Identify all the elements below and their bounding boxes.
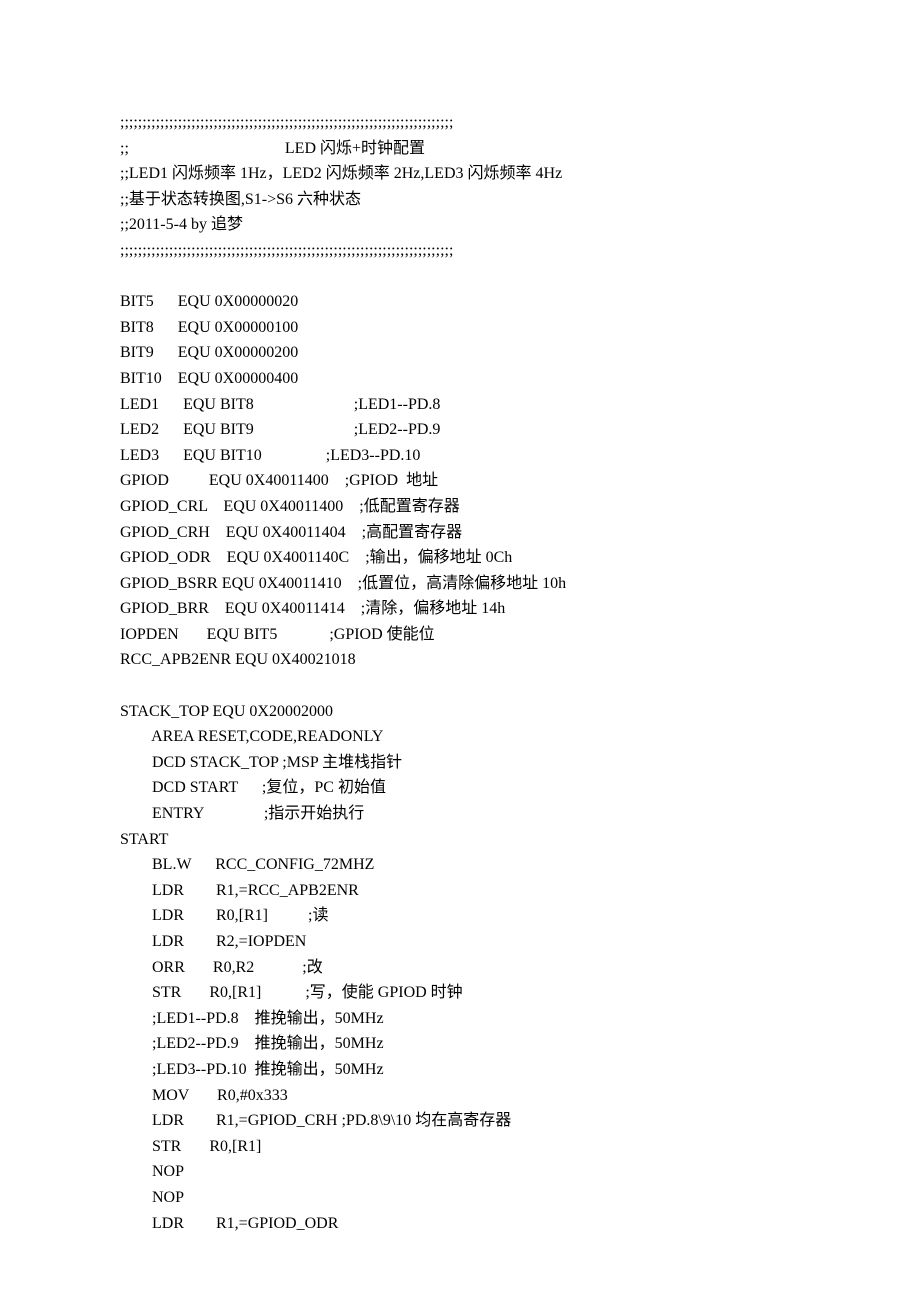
code-line: LDR R0,[R1] ;读 bbox=[120, 903, 800, 929]
code-line: STR R0,[R1] bbox=[120, 1134, 800, 1160]
code-line: ;LED1--PD.8 推挽输出，50MHz bbox=[120, 1006, 800, 1032]
code-line: ORR R0,R2 ;改 bbox=[120, 955, 800, 981]
code-line: RCC_APB2ENR EQU 0X40021018 bbox=[120, 647, 800, 673]
code-line: ENTRY ;指示开始执行 bbox=[120, 801, 800, 827]
code-line: ;LED2--PD.9 推挽输出，50MHz bbox=[120, 1031, 800, 1057]
code-line: LDR R1,=GPIOD_ODR bbox=[120, 1211, 800, 1237]
code-line: ;; LED 闪烁+时钟配置 bbox=[120, 136, 800, 162]
code-line: STACK_TOP EQU 0X20002000 bbox=[120, 699, 800, 725]
code-line: NOP bbox=[120, 1185, 800, 1211]
blank-line bbox=[120, 673, 800, 699]
code-line: LDR R1,=RCC_APB2ENR bbox=[120, 878, 800, 904]
code-line: GPIOD_CRL EQU 0X40011400 ;低配置寄存器 bbox=[120, 494, 800, 520]
code-line: GPIOD_BRR EQU 0X40011414 ;清除，偏移地址 14h bbox=[120, 596, 800, 622]
code-line: DCD STACK_TOP ;MSP 主堆栈指针 bbox=[120, 750, 800, 776]
code-line: LED2 EQU BIT9 ;LED2--PD.9 bbox=[120, 417, 800, 443]
code-line: LED1 EQU BIT8 ;LED1--PD.8 bbox=[120, 392, 800, 418]
code-line: BL.W RCC_CONFIG_72MHZ bbox=[120, 852, 800, 878]
code-line: BIT9 EQU 0X00000200 bbox=[120, 340, 800, 366]
code-line: ;;;;;;;;;;;;;;;;;;;;;;;;;;;;;;;;;;;;;;;;… bbox=[120, 110, 800, 136]
document-content: ;;;;;;;;;;;;;;;;;;;;;;;;;;;;;;;;;;;;;;;;… bbox=[120, 110, 800, 1236]
code-line: LDR R2,=IOPDEN bbox=[120, 929, 800, 955]
code-line: ;;2011-5-4 by 追梦 bbox=[120, 212, 800, 238]
code-line: BIT10 EQU 0X00000400 bbox=[120, 366, 800, 392]
code-line: NOP bbox=[120, 1159, 800, 1185]
code-line: BIT8 EQU 0X00000100 bbox=[120, 315, 800, 341]
code-line: AREA RESET,CODE,READONLY bbox=[120, 724, 800, 750]
code-line: ;;;;;;;;;;;;;;;;;;;;;;;;;;;;;;;;;;;;;;;;… bbox=[120, 238, 800, 264]
blank-line bbox=[120, 264, 800, 290]
code-line: ;;基于状态转换图,S1->S6 六种状态 bbox=[120, 187, 800, 213]
code-line: GPIOD_ODR EQU 0X4001140C ;输出，偏移地址 0Ch bbox=[120, 545, 800, 571]
code-line: GPIOD EQU 0X40011400 ;GPIOD 地址 bbox=[120, 468, 800, 494]
code-line: IOPDEN EQU BIT5 ;GPIOD 使能位 bbox=[120, 622, 800, 648]
code-line: BIT5 EQU 0X00000020 bbox=[120, 289, 800, 315]
code-line: START bbox=[120, 827, 800, 853]
code-line: ;LED3--PD.10 推挽输出，50MHz bbox=[120, 1057, 800, 1083]
code-line: LDR R1,=GPIOD_CRH ;PD.8\9\10 均在高寄存器 bbox=[120, 1108, 800, 1134]
code-line: DCD START ;复位，PC 初始值 bbox=[120, 775, 800, 801]
code-line: STR R0,[R1] ;写，使能 GPIOD 时钟 bbox=[120, 980, 800, 1006]
code-line: GPIOD_BSRR EQU 0X40011410 ;低置位，高清除偏移地址 1… bbox=[120, 571, 800, 597]
code-line: ;;LED1 闪烁频率 1Hz，LED2 闪烁频率 2Hz,LED3 闪烁频率 … bbox=[120, 161, 800, 187]
code-line: LED3 EQU BIT10 ;LED3--PD.10 bbox=[120, 443, 800, 469]
code-line: MOV R0,#0x333 bbox=[120, 1083, 800, 1109]
code-line: GPIOD_CRH EQU 0X40011404 ;高配置寄存器 bbox=[120, 520, 800, 546]
